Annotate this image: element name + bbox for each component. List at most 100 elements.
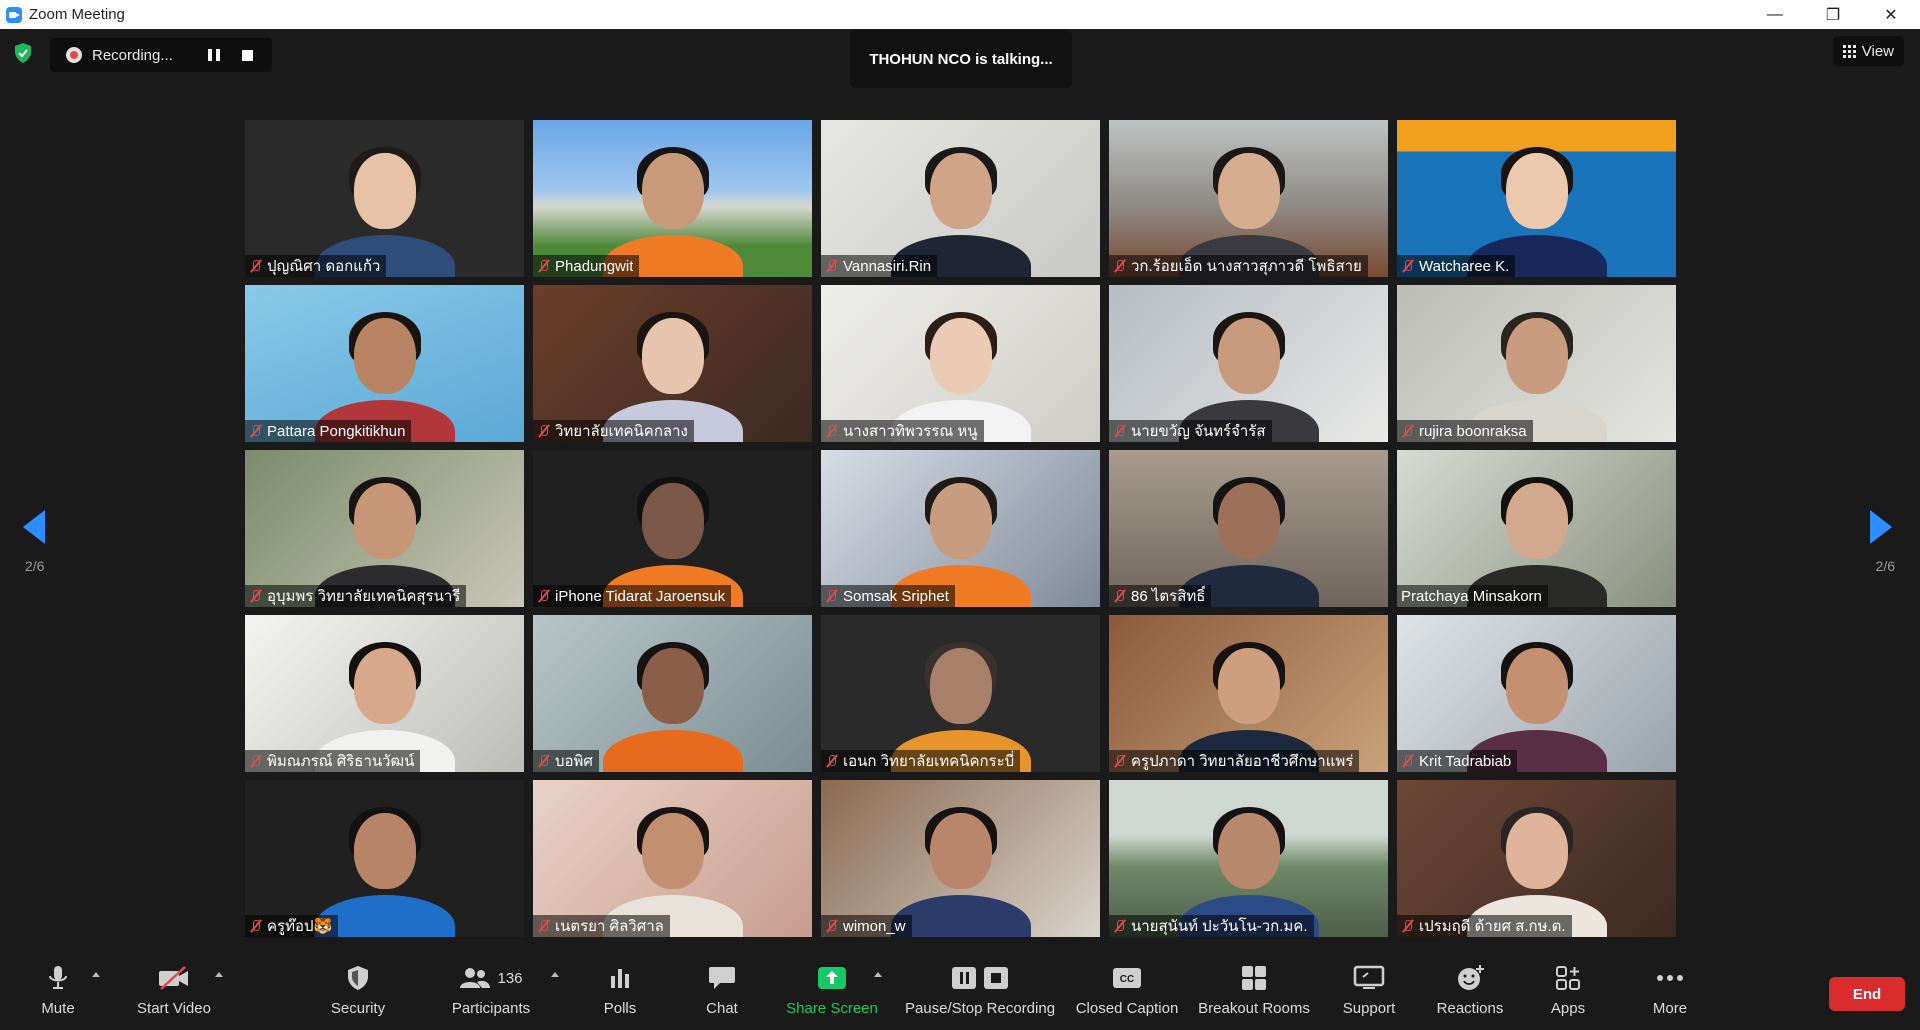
participant-tile[interactable]: บอพิศ — [533, 615, 812, 772]
muted-mic-icon — [1113, 754, 1127, 768]
muted-mic-icon — [1113, 259, 1127, 273]
muted-mic-icon — [249, 424, 263, 438]
participant-tile[interactable]: เนตรยา ศิลวิศาล — [533, 780, 812, 937]
participant-name-label: ปุญณิศา ดอกแก้ว — [245, 255, 387, 277]
participant-tile[interactable]: วิทยาลัยเทคนิคกลาง — [533, 285, 812, 442]
share-screen-button[interactable]: Share Screen — [786, 958, 878, 1030]
recording-label: Recording... — [92, 46, 173, 64]
participant-name-label: rujira boonraksa — [1397, 420, 1533, 442]
muted-mic-icon — [249, 919, 263, 933]
share-options-caret-icon[interactable] — [874, 972, 882, 977]
participant-tile[interactable]: ปุญณิศา ดอกแก้ว — [245, 120, 524, 277]
muted-mic-icon — [537, 754, 551, 768]
meeting-toolbar: Mute Start Video Security 136 Participan… — [0, 958, 1920, 1030]
participant-tile[interactable]: พิมณภรณ์ ศิริธานวัฒน์ — [245, 615, 524, 772]
end-meeting-button[interactable]: End — [1829, 977, 1905, 1011]
participant-name: นางสาวทิพวรรณ หนู — [843, 423, 978, 440]
title-bar: Zoom Meeting — ❐ ✕ — [0, 0, 1920, 29]
participant-tile[interactable]: Krit Tadrabiab — [1397, 615, 1676, 772]
participant-name-label: บอพิศ — [533, 750, 599, 772]
support-button[interactable]: Support — [1336, 958, 1402, 1030]
participant-name: วก.ร้อยเอ็ด นางสาวสุภาวดี โพธิสาย — [1131, 258, 1362, 275]
start-video-button[interactable]: Start Video — [130, 958, 218, 1030]
page-indicator-right: 2/6 — [1875, 558, 1895, 574]
apps-button[interactable]: Apps — [1546, 958, 1590, 1030]
zoom-window: Zoom Meeting — ❐ ✕ Recording... THOHUN N… — [0, 0, 1920, 1030]
participant-tile[interactable]: อุบุมพร วิทยาลัยเทคนิคสุรนารี — [245, 450, 524, 607]
participant-name: 86 ไตรสิทธิ์ — [1131, 588, 1206, 605]
participant-name: พิมณภรณ์ ศิริธานวัฒน์ — [267, 753, 415, 770]
audio-options-caret-icon[interactable] — [92, 972, 100, 977]
participants-options-caret-icon[interactable] — [551, 972, 559, 977]
participant-name-label: Krit Tadrabiab — [1397, 750, 1518, 772]
participant-tile[interactable]: นายสุนันท์ ปะวันโน-วก.มค. — [1109, 780, 1388, 937]
participant-tile[interactable]: wimon_w — [821, 780, 1100, 937]
muted-mic-icon — [249, 259, 263, 273]
participant-name-label: วก.ร้อยเอ็ด นางสาวสุภาวดี โพธิสาย — [1109, 255, 1368, 277]
minimize-button[interactable]: — — [1746, 0, 1804, 29]
participant-name: Krit Tadrabiab — [1419, 752, 1512, 770]
participant-name: Phadungwit — [555, 257, 634, 275]
participant-name: เปรมฤดี ด้ายศ ส.กษ.ต. — [1419, 918, 1566, 935]
apps-icon — [1556, 966, 1580, 990]
participant-name-label: ครูท๊อป🐯 — [245, 915, 339, 937]
participant-tile[interactable]: นายขวัญ จันทร์จำรัส — [1109, 285, 1388, 442]
participant-name-label: นายสุนันท์ ปะวันโน-วก.มค. — [1109, 915, 1314, 937]
polls-button[interactable]: Polls — [595, 958, 645, 1030]
participant-tile[interactable]: Somsak Sriphet — [821, 450, 1100, 607]
participant-name: ปุญณิศา ดอกแก้ว — [267, 258, 381, 275]
pause-stop-recording-button[interactable]: Pause/Stop Recording — [904, 958, 1056, 1030]
participant-tile[interactable]: ครูท๊อป🐯 — [245, 780, 524, 937]
view-button[interactable]: View — [1832, 36, 1904, 66]
reactions-button[interactable]: Reactions — [1430, 958, 1510, 1030]
participant-tile[interactable]: เอนก วิทยาลัยเทคนิคกระบี่ — [821, 615, 1100, 772]
apps-label: Apps — [1550, 1000, 1586, 1017]
security-shield-icon — [348, 966, 368, 990]
window-controls: — ❐ ✕ — [1746, 0, 1920, 29]
participant-tile[interactable]: Pratchaya Minsakorn — [1397, 450, 1676, 607]
participant-name: Watcharee K. — [1419, 257, 1510, 275]
more-button[interactable]: More — [1646, 958, 1694, 1030]
muted-mic-icon — [1113, 424, 1127, 438]
participant-name-label: อุบุมพร วิทยาลัยเทคนิคสุรนารี — [245, 585, 467, 607]
pause-recording-icon[interactable] — [208, 49, 220, 61]
participant-name: Pratchaya Minsakorn — [1401, 587, 1542, 605]
stop-recording-icon[interactable] — [242, 49, 253, 61]
participant-name-label: 86 ไตรสิทธิ์ — [1109, 585, 1212, 607]
participant-tile[interactable]: นางสาวทิพวรรณ หนู — [821, 285, 1100, 442]
participant-tile[interactable]: iPhone Tidarat Jaroensuk — [533, 450, 812, 607]
participant-tile[interactable]: 86 ไตรสิทธิ์ — [1109, 450, 1388, 607]
participant-name: อุบุมพร วิทยาลัยเทคนิคสุรนารี — [267, 588, 461, 605]
participant-name-label: iPhone Tidarat Jaroensuk — [533, 585, 732, 607]
close-button[interactable]: ✕ — [1862, 0, 1920, 29]
participant-name-label: Vannasiri.Rin — [821, 255, 938, 277]
encryption-shield-icon[interactable] — [14, 43, 32, 63]
restore-button[interactable]: ❐ — [1804, 0, 1862, 29]
chat-label: Chat — [706, 1000, 738, 1017]
participant-tile[interactable]: เปรมฤดี ด้ายศ ส.กษ.ต. — [1397, 780, 1676, 937]
participant-tile[interactable]: Watcharee K. — [1397, 120, 1676, 277]
mute-button[interactable]: Mute — [36, 958, 80, 1030]
participant-name-label: นางสาวทิพวรรณ หนู — [821, 420, 984, 442]
participant-tile[interactable]: วก.ร้อยเอ็ด นางสาวสุภาวดี โพธิสาย — [1109, 120, 1388, 277]
security-button[interactable]: Security — [320, 958, 396, 1030]
participant-name-label: วิทยาลัยเทคนิคกลาง — [533, 420, 694, 442]
page-indicator-left: 2/6 — [25, 558, 45, 574]
participants-button[interactable]: 136 Participants — [446, 958, 536, 1030]
participants-count: 136 — [497, 969, 523, 987]
closed-caption-button[interactable]: CC Closed Caption — [1074, 958, 1180, 1030]
participant-name: ครูปภาดา วิทยาลัยอาชีวศึกษาแพร่ — [1131, 753, 1354, 770]
polls-icon — [611, 969, 629, 988]
participant-tile[interactable]: Phadungwit — [533, 120, 812, 277]
participant-tile[interactable]: rujira boonraksa — [1397, 285, 1676, 442]
breakout-rooms-button[interactable]: Breakout Rooms — [1196, 958, 1312, 1030]
participant-tile[interactable]: Vannasiri.Rin — [821, 120, 1100, 277]
participant-tile[interactable]: Pattara Pongkitikhun — [245, 285, 524, 442]
microphone-icon — [49, 966, 67, 989]
participant-name-label: Pattara Pongkitikhun — [245, 420, 412, 442]
chat-button[interactable]: Chat — [697, 958, 747, 1030]
participant-tile[interactable]: ครูปภาดา วิทยาลัยอาชีวศึกษาแพร่ — [1109, 615, 1388, 772]
video-options-caret-icon[interactable] — [215, 972, 223, 977]
participant-name-label: Pratchaya Minsakorn — [1397, 585, 1548, 607]
more-label: More — [1652, 1000, 1688, 1017]
